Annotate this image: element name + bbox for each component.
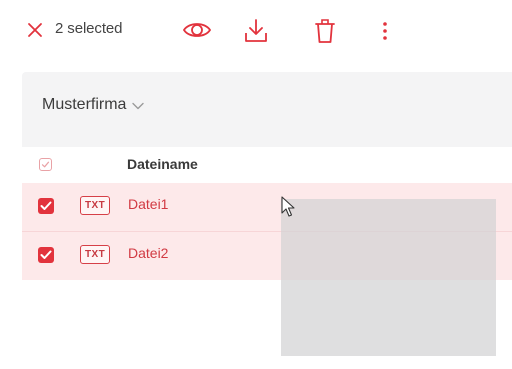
- close-icon: [28, 23, 42, 37]
- clear-selection-button[interactable]: [22, 17, 48, 43]
- row-checkbox[interactable]: [38, 247, 54, 263]
- download-button[interactable]: [240, 15, 272, 47]
- selection-toolbar: 2 selected: [0, 0, 512, 68]
- company-dropdown[interactable]: Musterfirma: [42, 96, 145, 114]
- company-name: Musterfirma: [42, 96, 127, 113]
- download-icon: [245, 19, 267, 42]
- drag-preview-overlay: [281, 199, 496, 356]
- mouse-cursor-icon: [281, 196, 295, 217]
- file-name[interactable]: Datei2: [128, 245, 168, 261]
- check-icon: [41, 161, 50, 168]
- list-header: Dateiname: [22, 147, 512, 183]
- filename-column-header[interactable]: Dateiname: [127, 156, 198, 172]
- select-all-checkbox[interactable]: [39, 158, 52, 171]
- file-name[interactable]: Datei1: [128, 196, 168, 212]
- eye-icon: [182, 23, 212, 37]
- view-button[interactable]: [180, 15, 214, 45]
- check-icon: [40, 201, 52, 210]
- more-options-button[interactable]: [375, 15, 395, 47]
- file-type-badge: TXT: [80, 245, 111, 264]
- selection-count: 2 selected: [55, 20, 123, 37]
- check-icon: [40, 250, 52, 259]
- delete-button[interactable]: [309, 15, 341, 47]
- trash-icon: [315, 19, 335, 43]
- more-vert-icon: [383, 22, 387, 40]
- file-type-badge: TXT: [80, 196, 111, 215]
- chevron-down-icon: [132, 102, 145, 110]
- row-checkbox[interactable]: [38, 198, 54, 214]
